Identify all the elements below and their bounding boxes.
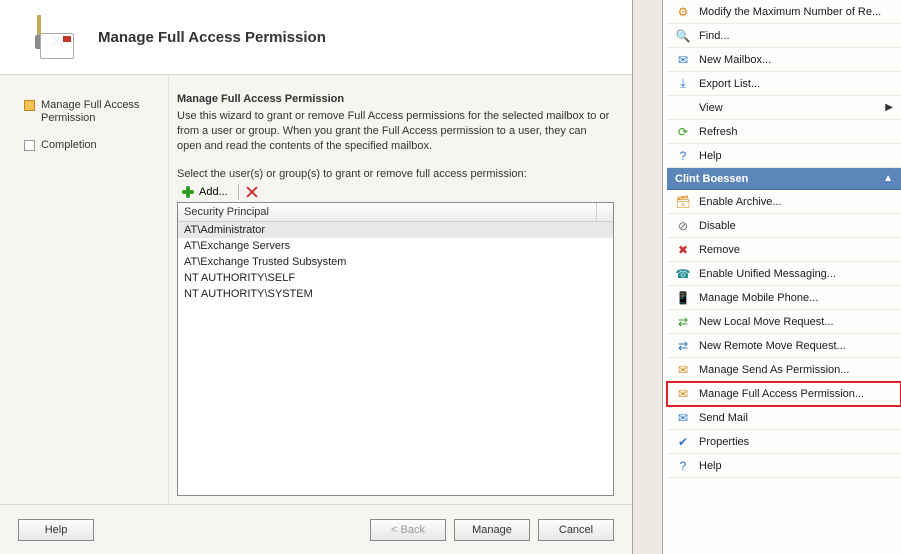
action-label: New Mailbox... [699, 54, 771, 66]
action-item[interactable]: 🗃 Enable Archive... [667, 190, 901, 214]
manage-full-access-dialog: Manage Full Access Permission Manage Ful… [0, 0, 633, 554]
list-item[interactable]: NT AUTHORITY\SELF [178, 270, 613, 286]
manage-button[interactable]: Manage [454, 519, 530, 541]
action-label: New Remote Move Request... [699, 340, 846, 352]
dialog-body: Manage Full Access Permission Completion… [0, 74, 632, 504]
action-item[interactable]: ✉ Manage Full Access Permission... [667, 382, 901, 406]
list-item[interactable]: AT\Administrator [178, 222, 613, 238]
action-label: View [699, 102, 723, 114]
cancel-button[interactable]: Cancel [538, 519, 614, 541]
dialog-footer: Help < Back Manage Cancel [0, 504, 632, 554]
action-icon: ⤓ [675, 76, 691, 92]
action-item[interactable]: View ▶ [667, 96, 901, 120]
add-button[interactable]: Add... [177, 184, 232, 200]
plus-icon [181, 185, 195, 199]
action-item[interactable]: ✉ Manage Send As Permission... [667, 358, 901, 382]
help-button[interactable]: Help [18, 519, 94, 541]
wizard-content: Manage Full Access Permission Use this w… [168, 75, 632, 504]
action-item[interactable]: 📱 Manage Mobile Phone... [667, 286, 901, 310]
step-bullet-icon [24, 100, 35, 111]
action-item[interactable]: ✖ Remove [667, 238, 901, 262]
action-label: Find... [699, 30, 730, 42]
action-label: Help [699, 460, 722, 472]
action-item[interactable]: 🔍 Find... [667, 24, 901, 48]
dialog-title: Manage Full Access Permission [98, 29, 326, 46]
remove-button[interactable] [245, 185, 259, 199]
action-label: Manage Full Access Permission... [699, 388, 864, 400]
action-icon: ✖ [675, 242, 691, 258]
action-label: New Local Move Request... [699, 316, 834, 328]
actions-section-header[interactable]: Clint Boessen ▲ [667, 168, 901, 190]
action-icon: 🗃 [675, 194, 691, 210]
step-bullet-icon [24, 140, 35, 151]
action-item[interactable]: ⇄ New Remote Move Request... [667, 334, 901, 358]
list-item[interactable]: NT AUTHORITY\SYSTEM [178, 286, 613, 302]
action-icon: ☎ [675, 266, 691, 282]
principal-toolbar: Add... [177, 184, 614, 200]
submenu-arrow-icon: ▶ [885, 102, 893, 113]
action-label: Manage Mobile Phone... [699, 292, 818, 304]
action-label: Disable [699, 220, 736, 232]
action-label: Export List... [699, 78, 760, 90]
action-item[interactable]: ✉ Send Mail [667, 406, 901, 430]
wizard-icon [26, 13, 74, 61]
step-completion: Completion [24, 139, 156, 152]
list-column-header[interactable]: Security Principal [178, 203, 613, 222]
action-item[interactable]: ✔ Properties [667, 430, 901, 454]
toolbar-separator [238, 184, 239, 200]
action-icon: ⇄ [675, 338, 691, 354]
action-icon: ✔ [675, 434, 691, 450]
blank-icon [675, 100, 691, 116]
actions-list: ⚙ Modify the Maximum Number of Re... 🔍 Find… [667, 0, 901, 554]
action-item[interactable]: ⇄ New Local Move Request... [667, 310, 901, 334]
action-label: Remove [699, 244, 740, 256]
action-icon: ? [675, 458, 691, 474]
wizard-steps: Manage Full Access Permission Completion [0, 75, 168, 504]
action-icon: ⚙ [675, 4, 691, 20]
add-button-label: Add... [199, 186, 228, 198]
action-icon: ✉ [675, 386, 691, 402]
actions-gutter [633, 0, 663, 554]
action-icon: ✉ [675, 410, 691, 426]
action-icon: 🔍 [675, 28, 691, 44]
action-icon: ✉ [675, 362, 691, 378]
section-title: Clint Boessen [675, 173, 748, 185]
action-label: Send Mail [699, 412, 748, 424]
action-label: Help [699, 150, 722, 162]
action-item[interactable]: ⟳ Refresh [667, 120, 901, 144]
step-label: Manage Full Access Permission [41, 99, 156, 125]
action-item[interactable]: ⚙ Modify the Maximum Number of Re... [667, 0, 901, 24]
step-manage-full-access: Manage Full Access Permission [24, 99, 156, 125]
action-item[interactable]: ⊘ Disable [667, 214, 901, 238]
action-item[interactable]: ☎ Enable Unified Messaging... [667, 262, 901, 286]
step-label: Completion [41, 139, 97, 152]
action-item[interactable]: ⤓ Export List... [667, 72, 901, 96]
action-label: Enable Unified Messaging... [699, 268, 836, 280]
action-label: Enable Archive... [699, 196, 782, 208]
action-icon: ? [675, 148, 691, 164]
action-icon: 📱 [675, 290, 691, 306]
actions-pane: ⚙ Modify the Maximum Number of Re... 🔍 Find… [632, 0, 901, 554]
action-item[interactable]: ? Help [667, 144, 901, 168]
security-principal-list[interactable]: Security Principal AT\Administrator AT\E… [177, 202, 614, 496]
action-icon: ⟳ [675, 124, 691, 140]
action-icon: ⇄ [675, 314, 691, 330]
content-subheading: Select the user(s) or group(s) to grant … [177, 168, 614, 180]
back-button[interactable]: < Back [370, 519, 446, 541]
list-item[interactable]: AT\Exchange Servers [178, 238, 613, 254]
action-label: Properties [699, 436, 749, 448]
content-title: Manage Full Access Permission [177, 93, 614, 105]
content-description: Use this wizard to grant or remove Full … [177, 109, 614, 154]
action-item[interactable]: ✉ New Mailbox... [667, 48, 901, 72]
list-item[interactable]: AT\Exchange Trusted Subsystem [178, 254, 613, 270]
collapse-icon: ▲ [883, 173, 893, 184]
action-label: Manage Send As Permission... [699, 364, 849, 376]
action-label: Modify the Maximum Number of Re... [699, 6, 881, 18]
action-item[interactable]: ? Help [667, 454, 901, 478]
action-label: Refresh [699, 126, 738, 138]
action-icon: ✉ [675, 52, 691, 68]
dialog-header: Manage Full Access Permission [0, 0, 632, 74]
action-icon: ⊘ [675, 218, 691, 234]
